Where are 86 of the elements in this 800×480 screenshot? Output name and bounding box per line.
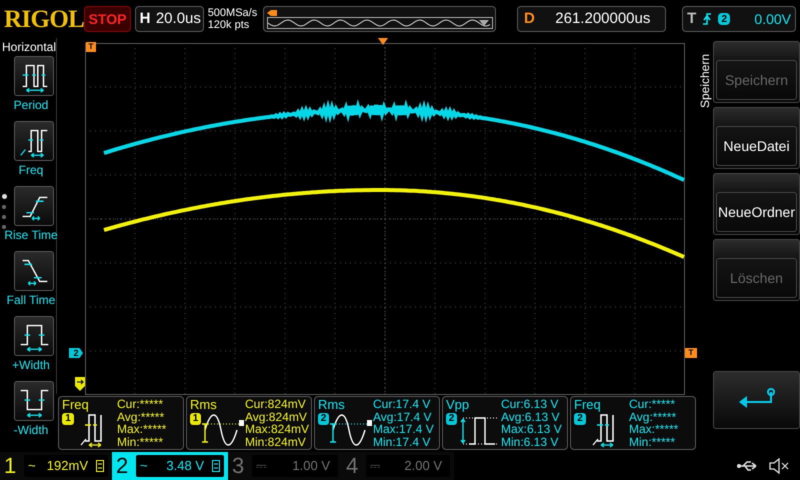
measurement-value: Cur:17.4 V	[373, 398, 432, 410]
channel-badge: 1	[190, 413, 201, 425]
measurement-name: Vpp	[446, 398, 470, 412]
menu-item-label: Period	[14, 98, 48, 112]
measurement-button[interactable]	[14, 381, 54, 421]
trigger-label: T	[687, 8, 696, 29]
measurement-name: Freq	[62, 398, 89, 412]
measurement-value: Cur:*****	[117, 398, 164, 410]
menu-item-label: Fall Time	[6, 293, 56, 307]
channel-number: 2	[116, 455, 130, 477]
coupling-symbol: ~	[28, 457, 36, 476]
measurement-name: Rms	[190, 398, 217, 412]
menu-item-label: -Width	[14, 423, 48, 437]
channel-tab[interactable]: 1 ~ 192mV	[0, 452, 112, 480]
run-stop-status[interactable]: STOP	[84, 6, 132, 32]
measurement-value: Cur:*****	[629, 398, 676, 410]
channel-badge: 2	[574, 413, 586, 425]
measurement-value: Avg:*****	[629, 410, 678, 423]
measurement-button[interactable]	[14, 316, 54, 356]
speaker-muted-icon	[768, 458, 790, 474]
measurement-value: Cur:6.13 V	[501, 398, 560, 410]
trigger-level: 0.00V	[753, 10, 791, 28]
channel-badge: 1	[62, 413, 74, 425]
memory-depth: 120k pts	[208, 19, 250, 31]
measurement-value: Max:17.4 V	[373, 423, 434, 436]
timebase-value: 20.0us	[154, 8, 202, 29]
measurement-button[interactable]	[14, 186, 54, 226]
measurement-value: Min:17.4 V	[373, 436, 432, 448]
coupling-symbol: ⎓	[256, 457, 266, 476]
measurement-name: Rms	[318, 398, 345, 412]
measurement-button[interactable]	[14, 251, 54, 291]
channel-offset-marker: 2	[69, 348, 83, 358]
measurement-value: Avg:*****	[117, 410, 166, 423]
trigger-position-icon	[378, 38, 388, 45]
channel-number: 3	[232, 455, 246, 477]
channel-scale: 3.48 V	[165, 457, 205, 476]
trigger-source-badge: 2	[718, 13, 730, 25]
measurement-value: Avg:6.13 V	[501, 410, 560, 423]
measurement-value: Min:824mV	[245, 436, 307, 448]
menu-item-label: Rise Time	[4, 228, 58, 242]
measurement-value: Min:6.13 V	[501, 436, 560, 448]
back-button[interactable]	[713, 371, 800, 429]
menu-title: Speichern	[698, 52, 712, 110]
measurement-value: Avg:17.4 V	[373, 410, 432, 423]
menu-title: Horizontal	[1, 39, 56, 54]
channel-tab[interactable]: 4 ⎓ 2.00 V	[342, 452, 454, 480]
timebase-label: H	[138, 8, 152, 29]
channel-tab[interactable]: 2 ~ 3.48 V	[112, 452, 228, 480]
frequency-icon	[592, 414, 615, 448]
measurement-value: Avg:824mV	[245, 410, 308, 423]
channel-scale: 2.00 V	[403, 457, 443, 476]
menu-item-label: +Width	[12, 358, 50, 372]
channel-tab[interactable]: 3 ⎓ 1.00 V	[228, 452, 342, 480]
menu-button[interactable]: NeueDatei	[713, 107, 800, 169]
channel-offset-marker	[75, 377, 85, 391]
trigger-box[interactable]: T 2 0.00V	[682, 6, 796, 32]
trigger-marker: T	[86, 42, 96, 52]
coupling-symbol: ~	[140, 457, 148, 476]
channel-badge: 2	[318, 413, 329, 425]
measurement-name: Freq	[574, 398, 601, 412]
trigger-position-icon	[266, 10, 277, 16]
delay-box[interactable]: D 261.200000us	[517, 6, 666, 32]
channel-badge: 2	[446, 413, 457, 425]
measurement-value: Max:*****	[629, 423, 678, 436]
frequency-icon	[80, 414, 103, 448]
menu-button[interactable]: NeueOrdner	[713, 173, 800, 235]
channel-number: 4	[346, 455, 360, 477]
measurement-button[interactable]	[14, 121, 54, 161]
menu-item-label: Freq	[18, 163, 44, 177]
measurement-button[interactable]	[14, 56, 54, 96]
measurement-value: Max:6.13 V	[501, 423, 562, 436]
delay-value: 261.200000us	[554, 8, 652, 29]
trigger-level-marker: T	[685, 348, 697, 358]
channel-scale: 1.00 V	[291, 457, 331, 476]
measurement-value: Max:*****	[117, 423, 166, 436]
measurement-value: Min:*****	[117, 436, 164, 448]
rising-edge-icon	[702, 12, 712, 26]
delay-label: D	[522, 8, 536, 29]
coupling-symbol: ⎓	[370, 457, 380, 476]
measurement-value: Cur:824mV	[245, 398, 307, 410]
timebase-box[interactable]: H 20.0us	[135, 6, 204, 32]
sample-rate: 500MSa/s	[208, 7, 258, 19]
measurement-value: Max:824mV	[245, 423, 310, 436]
channel-scale: 192mV	[46, 457, 89, 476]
measurement-value: Min:*****	[629, 436, 676, 448]
channel-number: 1	[4, 455, 18, 477]
